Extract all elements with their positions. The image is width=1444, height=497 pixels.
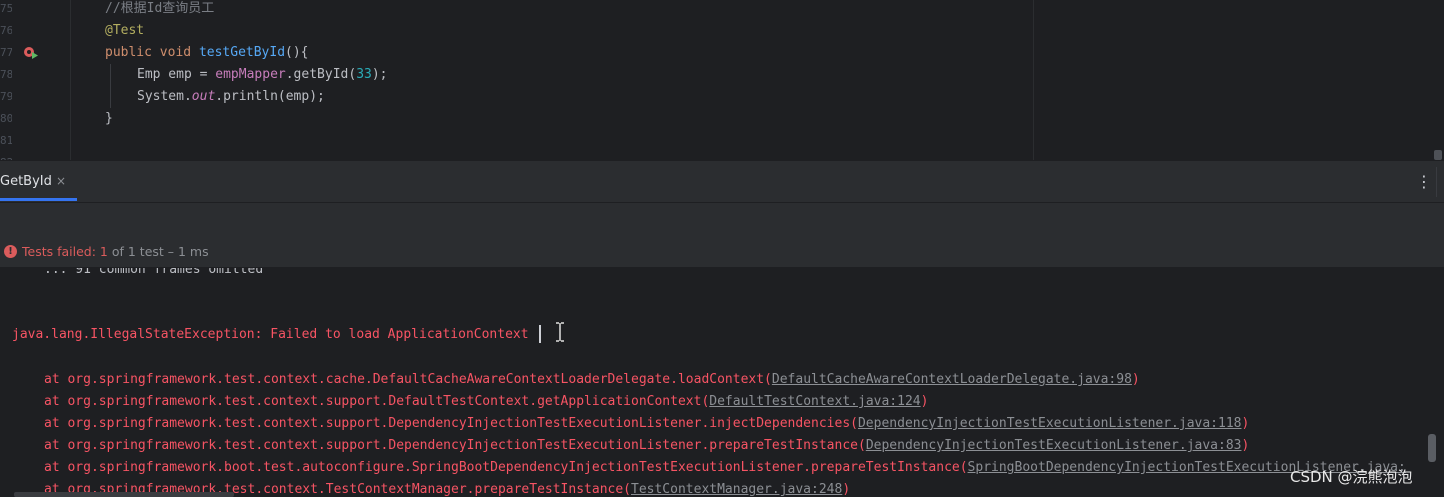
run-tool-window-header: GetById × ⋮ [0, 160, 1444, 203]
line-number: 79 [0, 90, 12, 103]
console-output[interactable]: ... 91 common frames omitted java.lang.I… [0, 268, 1444, 497]
test-status-bar: ! Tests failed: 1 of 1 test – 1 ms [0, 237, 1444, 268]
code-number: 33 [356, 67, 372, 82]
tests-summary-label: of 1 test – 1 ms [107, 244, 209, 259]
editor-scrollbar[interactable] [1434, 150, 1442, 160]
line-number: 77 [0, 46, 12, 59]
right-margin-guide [1033, 0, 1034, 160]
code-line-method-signature: public void testGetById(){ [105, 42, 309, 64]
ibeam-cursor-icon [556, 322, 564, 342]
active-tab-indicator [0, 198, 77, 201]
stack-frame-text: at org.springframework.test.context.cach… [44, 372, 772, 387]
code-line-getbyid: Emp emp = empMapper.getById(33); [137, 64, 388, 86]
method-name: testGetById [198, 45, 286, 60]
stack-frame-line: at org.springframework.test.context.cach… [44, 369, 1140, 391]
console-exception-line: java.lang.IllegalStateException: Failed … [12, 327, 529, 342]
code-static-field: out [191, 89, 216, 104]
code-class: System. [137, 89, 192, 104]
keyword-void: void [159, 45, 192, 60]
stack-frame-line: at org.springframework.test.context.supp… [44, 391, 928, 413]
run-tab-label: GetById [0, 174, 52, 189]
stack-frame-end: ) [920, 394, 929, 409]
code-end: ); [371, 67, 388, 82]
line-number-gutter: 75 76 77 78 79 80 81 82 [0, 0, 70, 160]
more-options-icon[interactable]: ⋮ [1416, 172, 1432, 192]
line-number: 75 [0, 2, 12, 15]
code-line-closing-brace: } [105, 108, 113, 130]
run-toolbar [0, 202, 1444, 238]
header-divider [1436, 167, 1437, 197]
code-type: Emp emp = [137, 67, 216, 82]
line-number: 82 [0, 152, 12, 160]
stack-frame-link[interactable]: DefaultCacheAwareContextLoaderDelegate.j… [772, 372, 1132, 387]
code-editor[interactable]: 75 76 77 78 79 80 81 82 //根据Id查询员工 @Test… [0, 0, 1444, 160]
stack-frame-text: at org.springframework.test.context.supp… [44, 394, 710, 409]
close-icon[interactable]: × [56, 174, 66, 188]
code-line-comment: //根据Id查询员工 [105, 0, 214, 20]
console-scrollbar[interactable] [1428, 434, 1436, 462]
error-icon: ! [4, 245, 17, 258]
stack-frame-line: at org.springframework.test.context.supp… [44, 413, 1249, 435]
stack-frame-end: ) [842, 482, 851, 497]
code-brace: } [105, 111, 113, 126]
stack-frame-link[interactable]: TestContextManager.java:248 [631, 482, 842, 497]
method-signature-tail: (){ [285, 45, 309, 60]
tests-failed-label: Tests failed: 1 [22, 244, 108, 259]
stack-frame-line: at org.springframework.boot.test.autocon… [44, 457, 1406, 479]
gutter-divider [70, 0, 71, 160]
code-annotation: @Test [105, 23, 145, 38]
indent-guide [110, 64, 111, 108]
horizontal-scrollbar[interactable] [14, 492, 234, 497]
stack-frame-link[interactable]: DefaultTestContext.java:124 [709, 394, 920, 409]
code-call: .getById( [285, 67, 357, 82]
code-line-println: System.out.println(emp); [137, 86, 325, 108]
code-call: .println(emp); [215, 89, 325, 104]
test-status-text: Tests failed: 1 of 1 test – 1 ms [22, 243, 209, 261]
run-test-icon[interactable] [23, 46, 39, 60]
line-number: 78 [0, 68, 12, 81]
stack-frame-end: ) [1241, 416, 1250, 431]
stack-frame-end: ) [1131, 372, 1140, 387]
watermark: CSDN @浣熊泡泡 [1290, 468, 1413, 486]
run-tab[interactable]: GetById × [0, 161, 77, 201]
stack-frame-link[interactable]: DependencyInjectionTestExecutionListener… [858, 416, 1242, 431]
line-number: 80 [0, 112, 12, 125]
stack-frame-text: at org.springframework.test.context.supp… [44, 438, 866, 453]
code-field: empMapper [215, 67, 286, 82]
console-line-omitted: ... 91 common frames omitted [44, 268, 264, 277]
line-number: 76 [0, 24, 12, 37]
code-line-annotation: @Test [105, 20, 144, 42]
stack-frame-end: ) [1241, 438, 1250, 453]
line-number: 81 [0, 134, 12, 147]
stack-frame-line: at org.springframework.test.context.supp… [44, 435, 1249, 457]
text-caret [539, 325, 541, 343]
code-comment: //根据Id查询员工 [105, 1, 215, 16]
stack-frame-text: at org.springframework.boot.test.autocon… [44, 460, 968, 475]
keyword-public: public [105, 45, 152, 60]
stack-frame-text: at org.springframework.test.context.supp… [44, 416, 858, 431]
stack-frame-link[interactable]: DependencyInjectionTestExecutionListener… [866, 438, 1242, 453]
